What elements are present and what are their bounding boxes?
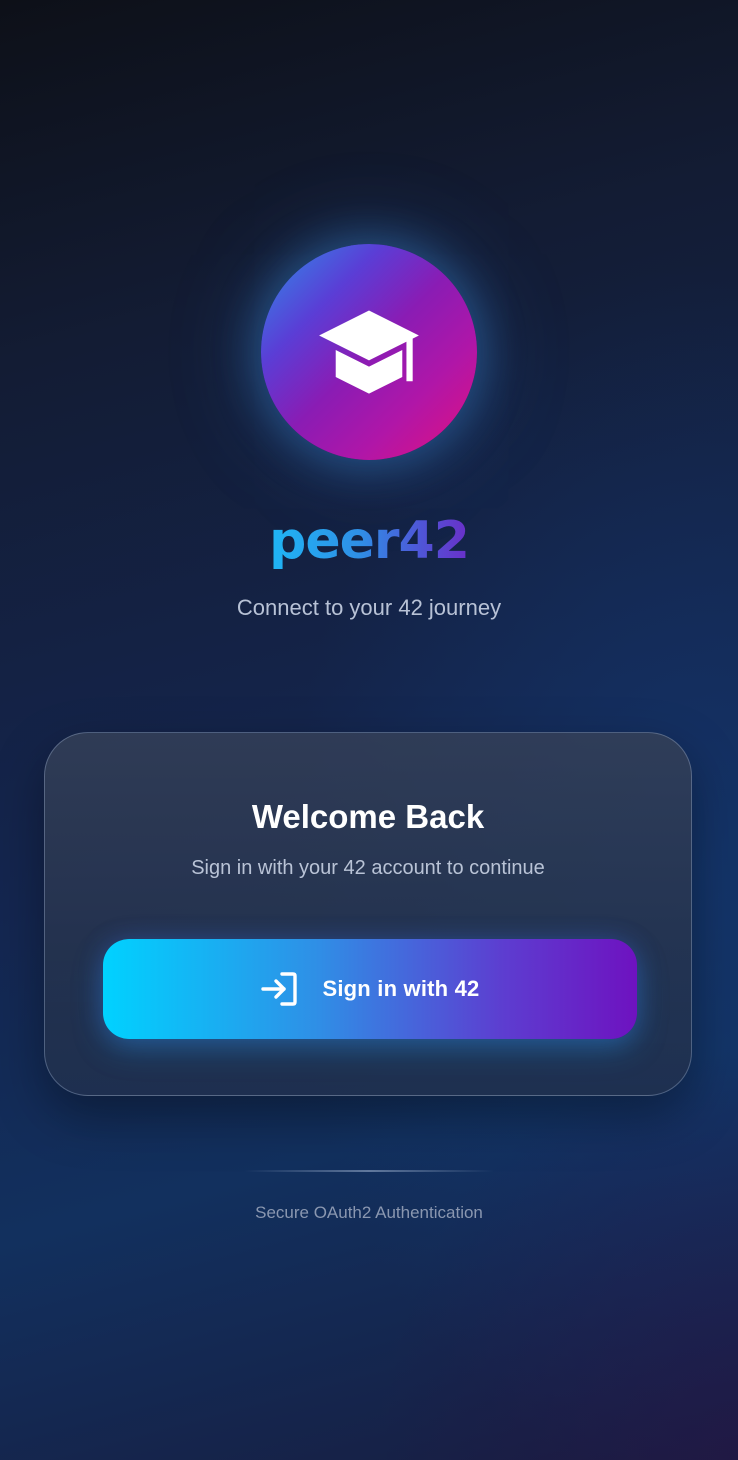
login-screen: peer42 Connect to your 42 journey Welcom… <box>0 0 738 1460</box>
signin-card: Welcome Back Sign in with your 42 accoun… <box>44 732 692 1096</box>
signin-with-42-button[interactable]: Sign in with 42 <box>103 939 637 1039</box>
app-logo <box>261 244 477 460</box>
footer-security-note: Secure OAuth2 Authentication <box>255 1203 483 1222</box>
card-subtitle: Sign in with your 42 account to continue <box>191 857 545 879</box>
graduation-cap-icon <box>317 298 421 407</box>
login-icon <box>260 969 300 1009</box>
app-tagline: Connect to your 42 journey <box>236 595 502 620</box>
app-name: peer42 <box>269 511 470 571</box>
footer-divider <box>244 1170 494 1172</box>
card-title: Welcome Back <box>251 798 485 835</box>
signin-button-label: Sign in with 42 <box>322 976 480 1001</box>
app-title: peer42 <box>0 504 738 578</box>
